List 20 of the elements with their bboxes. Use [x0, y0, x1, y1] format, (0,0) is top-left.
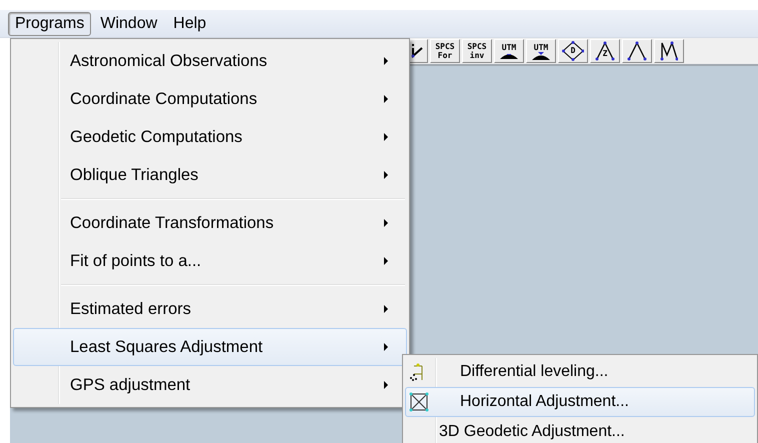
menu-item[interactable]: Differential leveling...	[405, 357, 755, 387]
toolbar-button[interactable]: Z	[590, 39, 620, 63]
toolbar-button[interactable]: UTM	[526, 39, 556, 63]
menu-item[interactable]: Coordinate Computations	[13, 80, 407, 118]
toolbar-button[interactable]: SPCS For	[430, 39, 460, 63]
toolbar-button[interactable]: UTM	[494, 39, 524, 63]
menu-bar-item[interactable]: Help	[166, 12, 214, 36]
menu-item[interactable]: Oblique Triangles	[13, 156, 407, 194]
menu-item[interactable]: Estimated errors	[13, 290, 407, 328]
menu-bar-item[interactable]: Programs	[8, 12, 92, 36]
menu-item[interactable]: Coordinate Transformations	[13, 204, 407, 242]
toolbar-button[interactable]: D	[558, 39, 588, 63]
menu-bar-item[interactable]: Window	[93, 12, 164, 36]
menu-item[interactable]: Astronomical Observations	[13, 42, 407, 80]
toolbar-button[interactable]: SPCS inv	[462, 39, 492, 63]
menu-item[interactable]: 3D Geodetic Adjustment...	[405, 417, 755, 443]
menu-item[interactable]: Least Squares Adjustment	[13, 328, 407, 366]
menu-item[interactable]: Geodetic Computations	[13, 118, 407, 156]
menu-item[interactable]: Fit of points to a...	[13, 242, 407, 280]
menu-item[interactable]: Horizontal Adjustment...	[405, 387, 755, 417]
